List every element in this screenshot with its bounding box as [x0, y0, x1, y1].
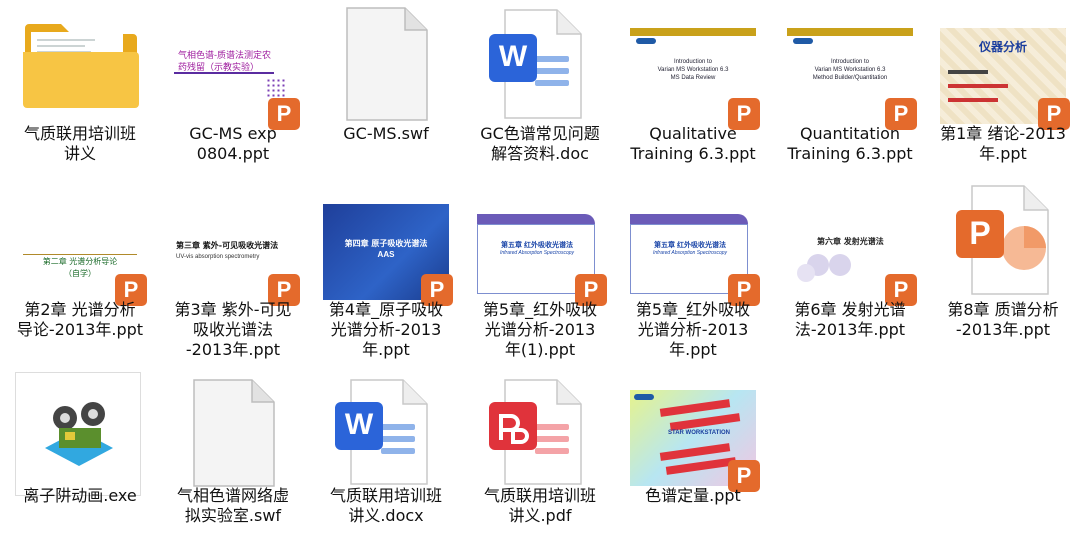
- file-name: 第8章 质谱分析 -2013年.ppt: [947, 300, 1059, 339]
- word-letter: W: [498, 40, 528, 73]
- file-name: 第6章 发射光谱 法-2013年.ppt: [794, 300, 906, 339]
- slide-subtitle-2: Method Builder/Quantitation: [812, 75, 888, 81]
- slide-title: 第二章 光谱分析导论: [42, 257, 118, 266]
- powerpoint-file-icon: P: [928, 182, 1078, 302]
- slide-subtitle: Varian MS Workstation 6.3: [814, 67, 886, 73]
- file-item-gc-faq-doc[interactable]: W GC色谱常见问题 解答资料.doc: [465, 0, 615, 178]
- ppt-thumbnail: 第五章 红外吸收光谱法 Infrared Absorption Spectros…: [465, 182, 615, 306]
- file-name: 第4章_原子吸收 光谱分析-2013 年.ppt: [328, 300, 444, 359]
- file-item-qualitative-ppt[interactable]: Introduction to Varian MS Workstation 6.…: [618, 0, 768, 178]
- ppt-thumbnail: 仪器分析 P: [928, 6, 1078, 130]
- file-item-chromatography-quant-ppt[interactable]: STAR WORKSTATION P 色谱定量.ppt: [618, 362, 768, 540]
- ppt-thumbnail: 第六章 发射光谱法 P: [775, 182, 925, 306]
- ppt-thumbnail: Introduction to Varian MS Workstation 6.…: [775, 6, 925, 130]
- ppt-thumbnail: Introduction to Varian MS Workstation 6.…: [618, 6, 768, 130]
- file-grid: 气质联用培训班 讲义 气相色谱-质谱法测定农 药残留（示教实验） P GC-MS…: [0, 0, 1080, 551]
- slide-subtitle-2: MS Data Review: [670, 75, 716, 81]
- application-icon: [5, 368, 155, 496]
- file-name: 第1章 绪论-2013 年.ppt: [940, 124, 1066, 163]
- ppt-thumbnail: 第三章 紫外-可见吸收光谱法 UV-vis absorption spectro…: [158, 182, 308, 306]
- slide-subtitle: Infrared Absorption Spectroscopy: [499, 250, 575, 256]
- slide-subtitle: Varian MS Workstation 6.3: [657, 67, 729, 73]
- slide-subtitle: Infrared Absorption Spectroscopy: [652, 250, 728, 256]
- slide-title: Introduction to: [830, 59, 870, 65]
- ppt-thumbnail: 第四章 原子吸收光谱法 AAS P: [311, 182, 461, 306]
- file-item-chapter4-ppt[interactable]: 第四章 原子吸收光谱法 AAS P 第4章_原子吸收 光谱分析-2013 年.p…: [311, 176, 461, 359]
- slide-title: Introduction to: [673, 59, 713, 65]
- file-name: GC-MS.swf: [343, 124, 429, 143]
- file-item-training-docx[interactable]: W 气质联用培训班 讲义.docx: [311, 362, 461, 540]
- slide-subtitle: UV-vis absorption spectrometry: [176, 254, 260, 260]
- slide-subtitle: AAS: [377, 250, 395, 259]
- ppt-letter: P: [969, 215, 991, 251]
- file-item-gc-virtual-lab-swf[interactable]: 气相色谱网络虚 拟实验室.swf: [158, 362, 308, 540]
- ppt-thumbnail: 第五章 红外吸收光谱法 Infrared Absorption Spectros…: [618, 182, 768, 306]
- file-name: 第3章 紫外-可见 吸收光谱法 -2013年.ppt: [174, 300, 292, 359]
- word-document-icon: W: [465, 6, 615, 126]
- file-name: 气质联用培训班 讲义.docx: [329, 486, 442, 525]
- slide-title: 第五章 红外吸收光谱法: [654, 242, 726, 249]
- file-item-chapter3-ppt[interactable]: 第三章 紫外-可见吸收光谱法 UV-vis absorption spectro…: [158, 176, 308, 359]
- file-name: 气相色谱网络虚 拟实验室.swf: [176, 486, 289, 525]
- file-name: Quantitation Training 6.3.ppt: [787, 124, 913, 163]
- file-item-chapter6-ppt[interactable]: 第六章 发射光谱法 P 第6章 发射光谱 法-2013年.ppt: [775, 176, 925, 354]
- slide-title: 仪器分析: [978, 40, 1027, 54]
- file-item-chapter5-copy-ppt[interactable]: 第五章 红外吸收光谱法 Infrared Absorption Spectros…: [465, 176, 615, 359]
- file-name: 第2章 光谱分析 导论-2013年.ppt: [16, 300, 144, 339]
- file-name: GC-MS exp 0804.ppt: [189, 124, 277, 163]
- folder-icon: [5, 6, 155, 126]
- file-name: 色谱定量.ppt: [645, 486, 741, 505]
- file-name: 离子阱动画.exe: [23, 486, 137, 505]
- file-name: 气质联用培训班 讲义: [23, 124, 136, 163]
- file-item-quantitation-ppt[interactable]: Introduction to Varian MS Workstation 6.…: [775, 0, 925, 178]
- blank-file-icon: [158, 368, 308, 488]
- file-item-chapter2-ppt[interactable]: 第二章 光谱分析导论 （自学） P 第2章 光谱分析 导论-2013年.ppt: [5, 176, 155, 354]
- blank-file-icon: [311, 6, 461, 126]
- file-name: 第5章_红外吸收 光谱分析-2013 年.ppt: [635, 300, 751, 359]
- slide-title: 第五章 红外吸收光谱法: [501, 242, 573, 249]
- slide-title: 第四章 原子吸收光谱法: [344, 238, 428, 248]
- file-item-chapter1-ppt[interactable]: 仪器分析 P 第1章 绪论-2013 年.ppt: [928, 0, 1078, 178]
- file-name: GC色谱常见问题 解答资料.doc: [480, 124, 600, 163]
- file-name: 第5章_红外吸收 光谱分析-2013 年(1).ppt: [482, 300, 598, 359]
- ppt-thumbnail: 第二章 光谱分析导论 （自学） P: [5, 182, 155, 306]
- slide-title: 第六章 发射光谱法: [817, 236, 884, 246]
- file-item-ion-trap-exe[interactable]: 离子阱动画.exe: [5, 362, 155, 540]
- ppt-thumbnail: 气相色谱-质谱法测定农 药残留（示教实验） P: [158, 6, 308, 130]
- file-item-folder-training[interactable]: 气质联用培训班 讲义: [5, 0, 155, 178]
- file-item-training-pdf[interactable]: 气质联用培训班 讲义.pdf: [465, 362, 615, 540]
- file-name: Qualitative Training 6.3.ppt: [630, 124, 756, 163]
- slide-title: STAR WORKSTATION: [668, 430, 730, 436]
- file-item-chapter8-ppt[interactable]: P 第8章 质谱分析 -2013年.ppt: [928, 176, 1078, 354]
- pdf-document-icon: [465, 368, 615, 488]
- word-document-icon: W: [311, 368, 461, 488]
- file-item-gcms-exp-ppt[interactable]: 气相色谱-质谱法测定农 药残留（示教实验） P GC-MS exp 0804.p…: [158, 0, 308, 178]
- slide-title: 第三章 紫外-可见吸收光谱法: [176, 240, 279, 250]
- word-letter: W: [344, 408, 374, 441]
- file-item-chapter5-ppt[interactable]: 第五章 红外吸收光谱法 Infrared Absorption Spectros…: [618, 176, 768, 359]
- file-item-gcms-swf[interactable]: GC-MS.swf: [311, 0, 461, 178]
- ppt-thumbnail: STAR WORKSTATION P: [618, 368, 768, 492]
- file-name: 气质联用培训班 讲义.pdf: [483, 486, 596, 525]
